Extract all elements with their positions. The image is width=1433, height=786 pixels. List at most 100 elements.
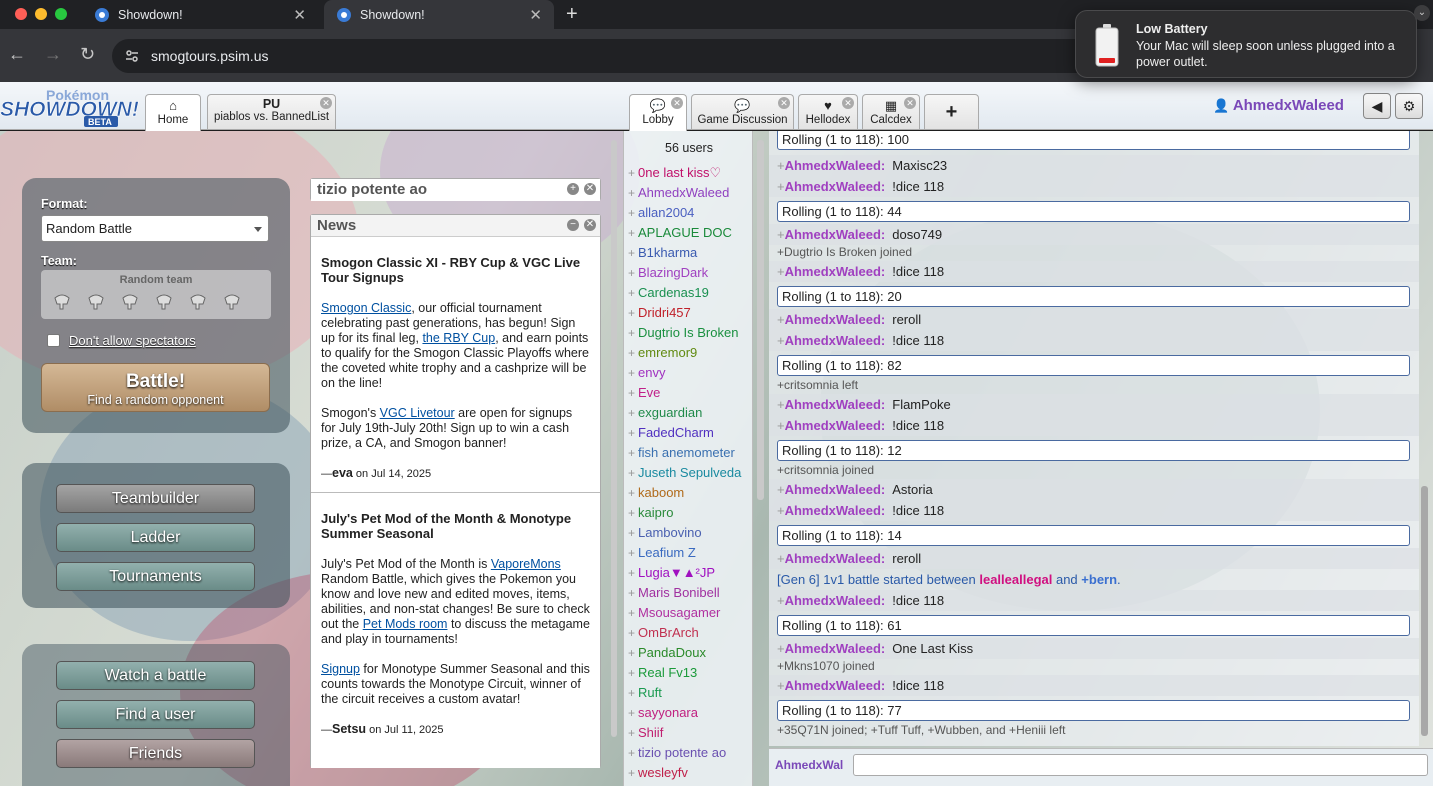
user-list-item[interactable]: + B1kharma (628, 243, 753, 263)
user-list-item[interactable]: + Cardenas19 (628, 283, 753, 303)
minimize-window-button[interactable] (35, 8, 47, 20)
close-tab-icon[interactable]: ✕ (293, 6, 306, 24)
user-list-item[interactable]: + Maris Bonibell (628, 583, 753, 603)
back-icon[interactable]: ← (8, 45, 26, 63)
user-list-item[interactable]: + PandaDoux (628, 643, 753, 663)
user-list-item[interactable]: + Lambovino (628, 523, 753, 543)
format-select[interactable]: Random Battle (41, 215, 269, 242)
chat-username[interactable]: AhmedxWaleed: (785, 179, 886, 194)
chat-username[interactable]: AhmedxWaleed: (785, 551, 886, 566)
chat-username[interactable]: AhmedxWaleed: (785, 593, 886, 608)
news-link[interactable]: the RBY Cup (422, 331, 495, 345)
chat-scrollbar[interactable] (1421, 486, 1428, 736)
find-user-button[interactable]: Find a user (56, 700, 255, 729)
chat-username[interactable]: AhmedxWaleed: (785, 397, 886, 412)
sound-button[interactable]: ◀ (1363, 93, 1391, 119)
chat-input[interactable] (853, 754, 1428, 776)
user-list-item[interactable]: + OmBrArch (628, 623, 753, 643)
site-settings-icon[interactable] (124, 48, 140, 64)
teambuilder-button[interactable]: Teambuilder (56, 484, 255, 513)
userlist-scrollbar[interactable] (757, 140, 764, 500)
minimize-icon[interactable]: − (567, 219, 579, 231)
close-tab-icon[interactable]: ✕ (904, 97, 916, 109)
user-list-item[interactable]: + kaipro (628, 503, 753, 523)
user-list-item[interactable]: + FadedCharm (628, 423, 753, 443)
close-tab-icon[interactable]: ✕ (778, 97, 790, 109)
user-list-item[interactable]: + Real Fv13 (628, 663, 753, 683)
battle-button[interactable]: Battle! Find a random opponent (41, 363, 270, 412)
user-list-item[interactable]: + Ruft (628, 683, 753, 703)
zoom-window-button[interactable] (55, 8, 67, 20)
low-battery-notification[interactable]: Low Battery Your Mac will sleep soon unl… (1075, 10, 1417, 78)
user-list-item[interactable]: +0ne last kiss♡ (628, 163, 753, 183)
tab-battle-room[interactable]: PU piablos vs. BannedList ✕ (207, 94, 336, 129)
tab-calcdex[interactable]: ▦ Calcdex ✕ (862, 94, 920, 129)
user-name[interactable]: 👤 AhmedxWaleed (1213, 97, 1344, 114)
chat-username[interactable]: AhmedxWaleed: (785, 678, 886, 693)
news-link[interactable]: VaporeMons (491, 557, 561, 571)
tab-home[interactable]: ⌂ Home (145, 94, 201, 131)
watch-battle-button[interactable]: Watch a battle (56, 661, 255, 690)
close-tab-icon[interactable]: ✕ (320, 97, 332, 109)
user-list-item[interactable]: + BlazingDark (628, 263, 753, 283)
user-list-item[interactable]: + emremor9 (628, 343, 753, 363)
add-room-button[interactable]: + (924, 94, 979, 129)
news-link[interactable]: Smogon Classic (321, 301, 411, 315)
new-tab-button[interactable]: + (566, 3, 578, 26)
browser-tab[interactable]: Showdown! ✕ (82, 0, 318, 29)
user-list-item[interactable]: + allan2004 (628, 203, 753, 223)
reload-icon[interactable]: ↻ (80, 45, 95, 63)
user-list-item[interactable]: + Juseth Sepulveda (628, 463, 753, 483)
tab-hellodex[interactable]: ♥ Hellodex ✕ (798, 94, 858, 129)
chat-username[interactable]: AhmedxWaleed: (785, 158, 886, 173)
close-icon[interactable]: ✕ (584, 219, 596, 231)
settings-button[interactable]: ⚙ (1395, 93, 1423, 119)
forward-icon[interactable]: → (44, 45, 62, 63)
browser-tab-active[interactable]: Showdown! ✕ (324, 0, 554, 29)
user-list-item[interactable]: + APLAGUE DOC (628, 223, 753, 243)
chat-username[interactable]: AhmedxWaleed: (785, 312, 886, 327)
close-window-button[interactable] (15, 8, 27, 20)
no-spectators-checkbox[interactable] (47, 334, 60, 347)
user-list-item[interactable]: + Lugia▼▲²JP (628, 563, 753, 583)
news-link[interactable]: Signup (321, 662, 360, 676)
news-scrollbar[interactable] (611, 140, 617, 737)
chat-username[interactable]: AhmedxWaleed: (785, 503, 886, 518)
user-list-item[interactable]: + Shiif (628, 723, 753, 743)
chat-username[interactable]: AhmedxWaleed: (785, 333, 886, 348)
user-list-item[interactable]: + fish anemometer (628, 443, 753, 463)
chat-username[interactable]: AhmedxWaleed: (785, 641, 886, 656)
news-link[interactable]: Pet Mods room (363, 617, 448, 631)
close-tab-icon[interactable]: ✕ (529, 6, 542, 24)
showdown-logo[interactable]: Pokémon SHOWDOWN! BETA (0, 84, 142, 128)
user-list-item[interactable]: + exguardian (628, 403, 753, 423)
chat-username[interactable]: AhmedxWaleed: (785, 264, 886, 279)
user-list-item[interactable]: + Leafium Z (628, 543, 753, 563)
user-list-item[interactable]: + Msousagamer (628, 603, 753, 623)
friends-button[interactable]: Friends (56, 739, 255, 768)
user-list-item[interactable]: + kaboom (628, 483, 753, 503)
expand-icon[interactable]: + (567, 183, 579, 195)
ladder-button[interactable]: Ladder (56, 523, 255, 552)
tab-game-discussion[interactable]: 💬 Game Discussion ✕ (691, 94, 794, 129)
chat-username[interactable]: AhmedxWaleed: (785, 418, 886, 433)
news-link[interactable]: VGC Livetour (380, 406, 455, 420)
user-list-item[interactable]: + Dridri457 (628, 303, 753, 323)
user-list-item[interactable]: + sayyonara (628, 703, 753, 723)
user-list-item[interactable]: + AhmedxWaleed (628, 183, 753, 203)
notification-menu-icon[interactable]: ⌄ (1414, 5, 1430, 21)
tournaments-button[interactable]: Tournaments (56, 562, 255, 591)
chat-username[interactable]: AhmedxWaleed: (785, 227, 886, 242)
user-list-item[interactable]: + tizio potente ao (628, 743, 753, 763)
close-icon[interactable]: ✕ (584, 183, 596, 195)
tab-lobby[interactable]: 💬 Lobby ✕ (629, 94, 687, 131)
user-list-item[interactable]: + Eve (628, 383, 753, 403)
close-tab-icon[interactable]: ✕ (671, 97, 683, 109)
close-tab-icon[interactable]: ✕ (842, 97, 854, 109)
user-list-item[interactable]: + Dugtrio Is Broken (628, 323, 753, 343)
user-list-item[interactable]: + wesleyfv (628, 763, 753, 783)
battle-notice[interactable]: [Gen 6] 1v1 battle started between leall… (769, 569, 1419, 590)
no-spectators-label[interactable]: Don't allow spectators (69, 333, 196, 348)
chat-username[interactable]: AhmedxWaleed: (785, 482, 886, 497)
user-list-item[interactable]: + envy (628, 363, 753, 383)
